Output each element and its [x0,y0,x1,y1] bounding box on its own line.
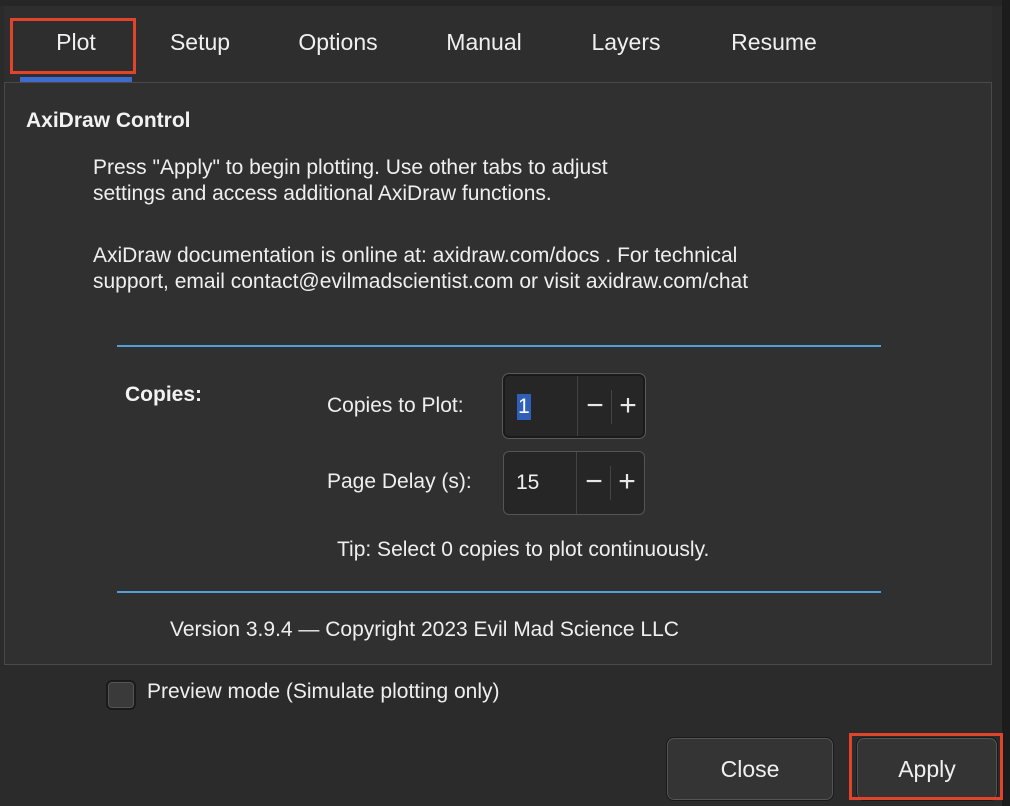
intro-text-line-1: Press "Apply" to begin plotting. Use oth… [93,156,608,179]
page-delay-label: Page Delay (s): [327,470,472,493]
copies-decrement-button[interactable]: − [579,390,611,424]
plot-panel: AxiDraw Control Press "Apply" to begin p… [4,83,992,665]
copies-to-plot-label: Copies to Plot: [327,394,464,417]
preview-mode-checkbox[interactable] [106,680,136,710]
page-delay-input[interactable]: 15 [516,470,539,496]
section-title: AxiDraw Control [26,109,191,132]
tab-plot[interactable]: Plot [20,6,132,82]
window-right-edge [1002,0,1010,806]
copies-increment-button[interactable]: + [611,390,644,424]
page-delay-decrement-button[interactable]: − [578,466,610,500]
active-tab-indicator [20,77,132,82]
tab-manual[interactable]: Manual [428,6,540,82]
tab-bar: Plot Setup Options Manual Layers Resume [4,6,992,83]
copies-section-label: Copies: [125,383,203,406]
page-delay-increment-button[interactable]: + [610,466,643,500]
apply-button[interactable]: Apply [856,737,998,801]
divider-bottom [117,591,881,593]
tab-setup[interactable]: Setup [152,6,248,82]
preview-mode-label[interactable]: Preview mode (Simulate plotting only) [147,680,500,704]
tip-text: Tip: Select 0 copies to plot continuousl… [337,538,710,561]
tab-resume[interactable]: Resume [712,6,836,82]
close-button[interactable]: Close [666,737,834,801]
intro-text-line-2: settings and access additional AxiDraw f… [93,182,552,205]
docs-text-line-1: AxiDraw documentation is online at: axid… [93,244,738,267]
docs-text-line-2: support, email contact@evilmadscientist.… [93,270,749,293]
stepper-separator [577,376,578,436]
stepper-separator [576,452,577,514]
version-text: Version 3.9.4 — Copyright 2023 Evil Mad … [170,618,679,641]
tab-layers[interactable]: Layers [574,6,678,82]
divider-top [117,345,881,347]
tab-options[interactable]: Options [280,6,396,82]
axidraw-dialog: Plot Setup Options Manual Layers Resume … [0,0,1010,806]
page-delay-stepper[interactable]: 15 − + [503,451,645,515]
copies-to-plot-stepper[interactable]: 1 − + [503,374,645,438]
copies-to-plot-input[interactable]: 1 [517,394,531,420]
